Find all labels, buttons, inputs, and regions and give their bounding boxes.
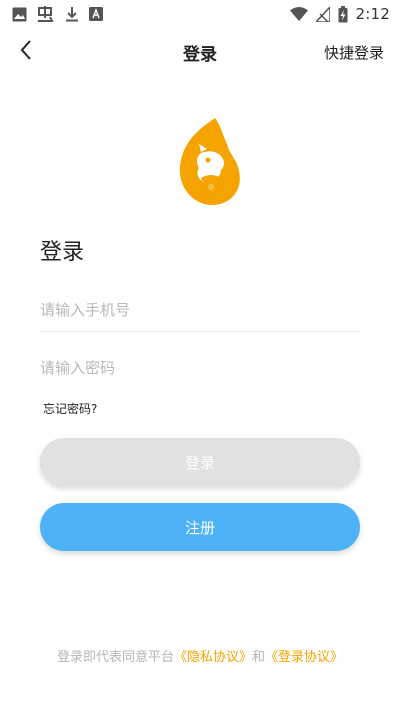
password-input[interactable] [40,346,360,390]
wifi-icon [289,7,308,21]
status-time: 2:12 [355,5,390,23]
login-agreement-link[interactable]: 《登录协议》 [265,650,343,665]
chinese-char-icon [37,5,55,23]
squirrel-flame-logo [179,118,240,206]
login-button[interactable]: 登录 [40,438,360,486]
app-logo [175,116,241,208]
register-button[interactable]: 注册 [40,503,360,551]
status-left-icons [12,5,103,23]
privacy-agreement-link[interactable]: 《隐私协议》 [174,650,252,665]
login-heading: 登录 [40,240,85,265]
login-screen: 2:12 登录 快捷登录 登录 请输入手机号 忘记密码? 登录 注册 登录即代表… [0,0,400,711]
agreement-prefix: 登录即代表同意平台 [56,650,174,665]
forgot-password-link[interactable]: 忘记密码? [43,400,97,417]
battery-charging-icon [338,5,348,23]
agreement-and: 和 [252,650,266,665]
download-icon [65,6,79,22]
status-bar: 2:12 [0,0,400,28]
app-bar: 登录 快捷登录 [0,28,400,76]
signal-icon [315,6,330,22]
quick-login-link[interactable]: 快捷登录 [324,42,384,63]
status-right-icons: 2:12 [289,5,390,23]
phone-input[interactable] [40,288,360,332]
image-icon [12,7,27,22]
a-box-icon [89,7,103,21]
agreement-text: 登录即代表同意平台《隐私协议》和《登录协议》 [0,646,400,665]
